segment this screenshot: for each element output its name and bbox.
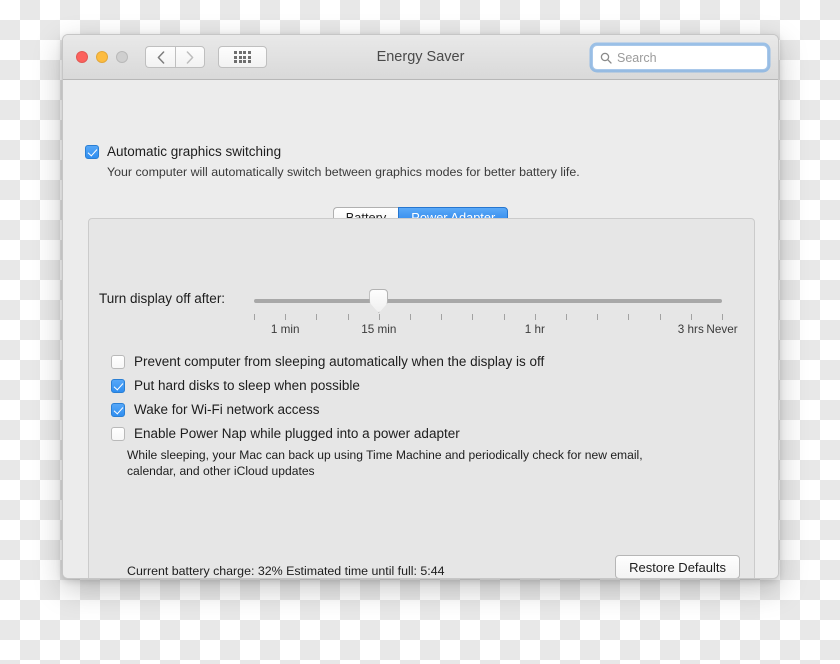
slider-tick-13 xyxy=(659,314,661,320)
search-icon xyxy=(600,52,612,64)
display-sleep-slider-label: Turn display off after: xyxy=(99,291,226,306)
slider-tick-label-1: 15 min xyxy=(361,323,397,336)
navigation-buttons xyxy=(145,46,205,68)
slider-tick-6 xyxy=(441,314,443,320)
slider-tick-label-0: 1 min xyxy=(270,323,300,336)
settings-panel: Turn display off after: 1 min 15 min 1 hr 3… xyxy=(88,218,755,578)
help-button[interactable]: ? xyxy=(735,578,760,579)
show-all-button[interactable] xyxy=(218,46,267,68)
wake-for-wifi-label: Wake for Wi-Fi network access xyxy=(134,402,320,417)
slider-tick-label-2: 1 hr xyxy=(524,323,545,336)
search-field[interactable] xyxy=(592,45,768,70)
battery-status-text: Current battery charge: 32% Estimated ti… xyxy=(127,564,445,578)
slider-tick-11 xyxy=(597,314,599,320)
schedule-button[interactable]: Schedule… xyxy=(614,578,715,579)
minimize-button[interactable] xyxy=(96,51,108,63)
slider-tick-label-3: 3 hrs xyxy=(677,323,704,336)
slider-tick-4 xyxy=(378,314,380,320)
slider-tick-12 xyxy=(628,314,630,320)
slider-tick-label-4: Never xyxy=(706,323,738,336)
automatic-graphics-switching-label: Automatic graphics switching xyxy=(107,144,282,159)
slider-tick-5 xyxy=(410,314,411,320)
slider-tick-15 xyxy=(722,314,723,320)
prevent-sleep-checkbox[interactable] xyxy=(111,355,125,369)
wake-for-wifi-checkbox[interactable] xyxy=(111,403,125,417)
power-nap-description: While sleeping, your Mac can back up usi… xyxy=(127,448,643,478)
automatic-graphics-switching-description: Your computer will automatically switch … xyxy=(107,165,580,179)
slider-tick-8 xyxy=(503,314,505,320)
power-nap-checkbox[interactable] xyxy=(111,427,125,441)
close-button[interactable] xyxy=(76,51,88,63)
automatic-graphics-switching-row[interactable]: Automatic graphics switching xyxy=(85,144,281,159)
option-row-0[interactable]: Prevent computer from sleeping automatic… xyxy=(111,354,731,369)
slider-tick-9 xyxy=(534,314,536,320)
search-input[interactable] xyxy=(617,50,760,65)
slider-tick-14 xyxy=(690,314,692,320)
power-nap-label: Enable Power Nap while plugged into a po… xyxy=(134,426,460,441)
energy-saver-window: Energy Saver Automatic graphics switchin… xyxy=(62,34,779,579)
hard-disk-sleep-label: Put hard disks to sleep when possible xyxy=(134,378,360,393)
back-button[interactable] xyxy=(145,46,175,68)
chevron-right-icon xyxy=(186,50,194,64)
option-row-1[interactable]: Put hard disks to sleep when possible xyxy=(111,378,731,393)
window-titlebar: Energy Saver xyxy=(63,35,778,80)
chevron-left-icon xyxy=(157,50,164,64)
slider-tick-1 xyxy=(285,314,287,320)
traffic-light-buttons xyxy=(76,51,128,63)
restore-defaults-button[interactable]: Restore Defaults xyxy=(615,555,740,578)
slider-tick-2 xyxy=(316,314,318,320)
automatic-graphics-switching-checkbox[interactable] xyxy=(85,145,99,159)
slider-tick-3 xyxy=(347,314,349,320)
option-row-3[interactable]: Enable Power Nap while plugged into a po… xyxy=(111,426,731,441)
display-sleep-slider-track[interactable] xyxy=(254,299,722,303)
option-row-2[interactable]: Wake for Wi-Fi network access xyxy=(111,402,731,417)
forward-button[interactable] xyxy=(175,46,205,68)
slider-tick-10 xyxy=(566,314,567,320)
prevent-sleep-label: Prevent computer from sleeping automatic… xyxy=(134,354,545,369)
slider-tick-7 xyxy=(472,314,474,320)
slider-tick-0 xyxy=(254,314,255,320)
grid-dots-icon xyxy=(234,50,251,64)
window-content: Automatic graphics switching Your comput… xyxy=(63,80,778,579)
display-sleep-slider-thumb[interactable] xyxy=(369,289,389,313)
power-options-list: Prevent computer from sleeping automatic… xyxy=(111,354,731,450)
zoom-button[interactable] xyxy=(116,51,128,63)
hard-disk-sleep-checkbox[interactable] xyxy=(111,379,125,393)
